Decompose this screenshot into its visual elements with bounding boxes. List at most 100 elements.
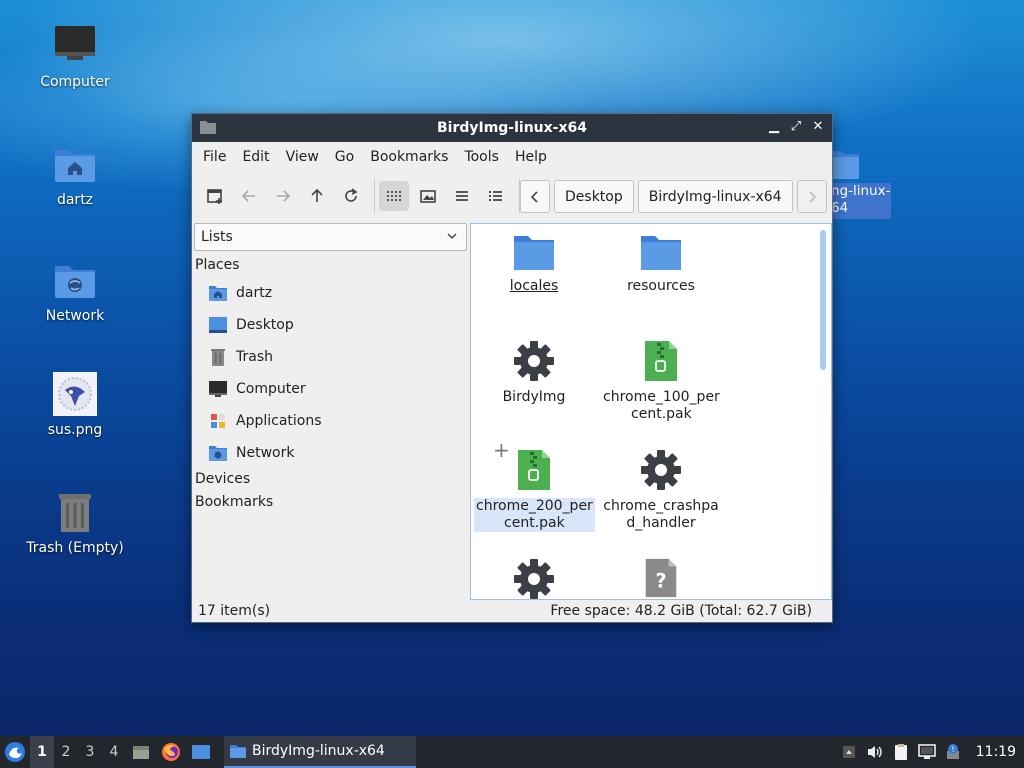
firefox-launcher[interactable]: [156, 736, 186, 768]
compact-view-button[interactable]: [447, 181, 477, 211]
archive-icon: [645, 341, 677, 381]
file-label-line: chrome_200_per: [476, 498, 593, 514]
bookmarks-heading[interactable]: Bookmarks: [192, 494, 468, 514]
desktop-icon-birdyimg-folder[interactable]: ng-linux- 64: [829, 145, 891, 221]
network-icon: [917, 744, 936, 759]
new-tab-button[interactable]: [200, 181, 230, 211]
menu-edit[interactable]: Edit: [234, 149, 277, 165]
file-item-locales[interactable]: locales: [474, 234, 594, 295]
file-item-resources[interactable]: resources: [601, 234, 721, 295]
updates-button[interactable]: !: [940, 736, 966, 768]
places-heading: Places: [195, 257, 240, 273]
start-menu-button[interactable]: [0, 736, 30, 768]
network-button[interactable]: [914, 736, 940, 768]
up-button[interactable]: [302, 181, 332, 211]
file-label: chrome_200_per cent.pak: [474, 498, 595, 532]
file-manager-launcher[interactable]: [126, 736, 156, 768]
tray-toggle-button[interactable]: [836, 736, 862, 768]
menu-file[interactable]: File: [195, 149, 234, 165]
taskbar: 1 2 3 4 BirdyImg-linux-x64 ! 11:19: [0, 736, 1024, 768]
workspace-1[interactable]: 1: [30, 736, 54, 768]
file-label: chrome_100_per cent.pak: [601, 389, 722, 423]
file-label-line: chrome_100_per: [603, 389, 720, 405]
file-item-birdyimg[interactable]: BirdyImg: [474, 339, 594, 406]
file-view[interactable]: locales resources BirdyImg chrome_100_pe…: [470, 223, 832, 600]
file-item-chrome-crashpad-handler[interactable]: chrome_crashpa d_handler: [601, 448, 721, 532]
desktop-icon-dartz[interactable]: dartz: [20, 140, 130, 208]
trash-icon: [59, 494, 91, 532]
chevron-right-icon: [809, 190, 816, 203]
system-tray: ! 11:19: [836, 736, 1024, 768]
reload-icon: [345, 188, 358, 202]
folder-icon: [200, 121, 216, 134]
breadcrumb-scroll-right[interactable]: [796, 180, 827, 213]
sidebar-item-trash[interactable]: Trash: [192, 341, 468, 373]
breadcrumb-birdyimg[interactable]: BirdyImg-linux-x64: [637, 180, 793, 213]
titlebar[interactable]: BirdyImg-linux-x64 ▁ ⤢ ✕: [192, 114, 832, 142]
sidebar-item-network[interactable]: Network: [192, 437, 468, 469]
menu-bookmarks[interactable]: Bookmarks: [362, 149, 456, 165]
reload-button[interactable]: [336, 181, 366, 211]
sidebar-item-dartz[interactable]: dartz: [192, 277, 468, 309]
sidebar-item-desktop[interactable]: Desktop: [192, 309, 468, 341]
sidebar-mode-select[interactable]: Lists: [194, 223, 467, 251]
sidebar-item-computer[interactable]: Computer: [192, 373, 468, 405]
desktop-icon-network[interactable]: Network: [20, 256, 130, 324]
clipboard-button[interactable]: [888, 736, 914, 768]
detailed-list-view-button[interactable]: [481, 181, 511, 211]
vertical-scrollbar[interactable]: [820, 230, 826, 370]
menu-go[interactable]: Go: [327, 149, 362, 165]
desktop-icon-label: Network: [45, 308, 105, 324]
volume-button[interactable]: [862, 736, 888, 768]
svg-text:!: !: [951, 745, 954, 754]
desktop-icon: [209, 317, 227, 333]
desktop-icon-label: sus.png: [47, 422, 103, 438]
desktop-icon-label: Trash (Empty): [26, 540, 124, 556]
breadcrumb-scroll-left[interactable]: [520, 180, 550, 213]
show-desktop-launcher[interactable]: [186, 736, 216, 768]
maximize-button[interactable]: ⤢: [788, 119, 804, 135]
file-item-unknown[interactable]: ?: [601, 557, 721, 605]
desktop-icon-sus-png[interactable]: sus.png: [20, 370, 130, 438]
minimize-button[interactable]: ▁: [766, 119, 782, 135]
folder-icon: [514, 236, 554, 270]
file-item-chrome-100-percent[interactable]: chrome_100_per cent.pak: [601, 339, 721, 423]
breadcrumb: Desktop BirdyImg-linux-x64: [520, 180, 827, 213]
desktop-icon: [192, 745, 210, 759]
monitor-icon: [209, 381, 227, 397]
file-item-chrome-200-percent[interactable]: chrome_200_per cent.pak: [474, 448, 595, 532]
close-button[interactable]: ✕: [810, 119, 826, 135]
gear-icon: [641, 450, 681, 490]
menu-tools[interactable]: Tools: [456, 149, 507, 165]
monitor-icon: [55, 26, 95, 60]
file-label: chrome_crashpa d_handler: [601, 498, 721, 532]
sidebar-item-applications[interactable]: Applications: [192, 405, 468, 437]
gear-icon: [514, 341, 554, 381]
desktop-icon-computer[interactable]: Computer: [20, 22, 130, 90]
folder-icon: [230, 745, 246, 758]
lxqt-logo-icon: [5, 742, 25, 762]
desktop-icon-label: Computer: [40, 74, 110, 90]
thumbnail-view-button[interactable]: [413, 181, 443, 211]
taskbar-window-button[interactable]: BirdyImg-linux-x64: [224, 736, 416, 768]
folder-icon: [829, 151, 859, 179]
workspace-4[interactable]: 4: [102, 736, 126, 768]
window-title: BirdyImg-linux-x64: [436, 120, 588, 136]
back-button[interactable]: [234, 181, 264, 211]
breadcrumb-desktop[interactable]: Desktop: [554, 180, 634, 213]
menu-view[interactable]: View: [278, 149, 327, 165]
icon-view-button[interactable]: [379, 181, 409, 211]
clock[interactable]: 11:19: [976, 744, 1016, 760]
menubar: File Edit View Go Bookmarks Tools Help: [192, 142, 832, 171]
devices-heading[interactable]: Devices: [192, 471, 468, 491]
workspace-2[interactable]: 2: [54, 736, 78, 768]
forward-button[interactable]: [268, 181, 298, 211]
sidebar-item-label: Applications: [236, 413, 322, 429]
sidebar-item-label: Network: [236, 445, 295, 461]
workspace-3[interactable]: 3: [78, 736, 102, 768]
item-count: 17 item(s): [198, 603, 271, 619]
desktop-icon-trash[interactable]: Trash (Empty): [20, 488, 130, 556]
gear-icon: [514, 559, 554, 599]
menu-help[interactable]: Help: [507, 149, 555, 165]
sidebar-item-label: Computer: [236, 381, 306, 397]
